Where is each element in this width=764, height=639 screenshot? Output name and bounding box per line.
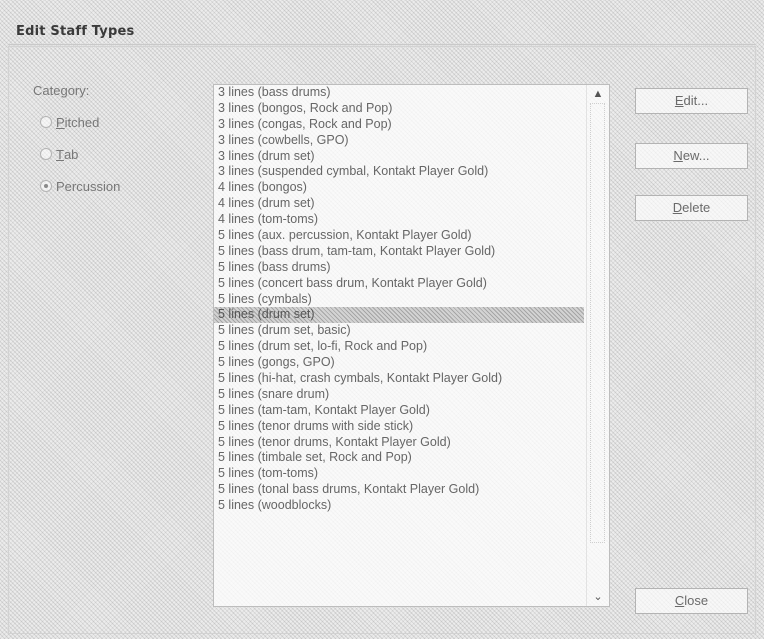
list-item[interactable]: 3 lines (congas, Rock and Pop) bbox=[214, 117, 584, 133]
staff-type-list[interactable]: 3 lines (bass drums) 3 lines (bongos, Roc… bbox=[213, 84, 610, 607]
list-item[interactable]: 5 lines (gongs, GPO) bbox=[214, 355, 584, 371]
window-title: Edit Staff Types bbox=[16, 24, 135, 39]
list-item[interactable]: 3 lines (bass drums) bbox=[214, 85, 584, 101]
list-item[interactable]: 4 lines (drum set) bbox=[214, 196, 584, 212]
list-scrollbar[interactable]: ▲ ⌄ bbox=[586, 85, 609, 606]
scrollbar-thumb[interactable] bbox=[590, 103, 605, 543]
radio-percussion-label: Percussion bbox=[56, 178, 121, 194]
radio-pitched[interactable]: Pitched bbox=[40, 113, 99, 131]
delete-button-label: elete bbox=[682, 200, 711, 215]
radio-tab-accel: T bbox=[56, 146, 64, 162]
edit-button-accel: E bbox=[674, 93, 684, 108]
list-item[interactable]: 4 lines (tom-toms) bbox=[214, 212, 584, 228]
list-item[interactable]: 5 lines (tenor drums with side stick) bbox=[214, 419, 584, 435]
list-item[interactable]: 5 lines (bass drum, tam-tam, Kontakt Pla… bbox=[214, 244, 584, 260]
new-button[interactable]: New... bbox=[635, 143, 748, 169]
staff-type-items: 3 lines (bass drums) 3 lines (bongos, Roc… bbox=[214, 85, 584, 514]
radio-tab-label: ab bbox=[63, 146, 79, 162]
radio-pitched-label: itched bbox=[64, 114, 100, 130]
category-label: Category: bbox=[33, 83, 90, 98]
list-item[interactable]: 5 lines (snare drum) bbox=[214, 387, 584, 403]
list-item[interactable]: 5 lines (drum set, lo-fi, Rock and Pop) bbox=[214, 339, 584, 355]
close-button-accel: C bbox=[674, 593, 685, 608]
new-button-label: ew... bbox=[682, 148, 710, 163]
radio-pitched-indicator[interactable] bbox=[40, 116, 52, 128]
list-item[interactable]: 5 lines (tonal bass drums, Kontakt Playe… bbox=[214, 482, 584, 498]
list-item[interactable]: 5 lines (cymbals) bbox=[214, 292, 584, 308]
list-item[interactable]: 5 lines (hi-hat, crash cymbals, Kontakt … bbox=[214, 371, 584, 387]
radio-tab[interactable]: Tab bbox=[40, 145, 78, 163]
list-item[interactable]: 5 lines (drum set) bbox=[214, 307, 584, 324]
list-item[interactable]: 3 lines (suspended cymbal, Kontakt Playe… bbox=[214, 164, 584, 180]
list-item[interactable]: 5 lines (bass drums) bbox=[214, 260, 584, 276]
list-item[interactable]: 5 lines (woodblocks) bbox=[214, 498, 584, 514]
list-item[interactable]: 3 lines (bongos, Rock and Pop) bbox=[214, 101, 584, 117]
list-item[interactable]: 5 lines (timbale set, Rock and Pop) bbox=[214, 450, 584, 466]
list-item[interactable]: 5 lines (drum set, basic) bbox=[214, 323, 584, 339]
radio-pitched-accel: P bbox=[56, 114, 65, 130]
radio-percussion[interactable]: Percussion bbox=[40, 177, 120, 195]
chevron-up-icon[interactable]: ▲ bbox=[587, 85, 609, 103]
list-item[interactable]: 5 lines (concert bass drum, Kontakt Play… bbox=[214, 276, 584, 292]
list-item[interactable]: 5 lines (aux. percussion, Kontakt Player… bbox=[214, 228, 584, 244]
list-item[interactable]: 3 lines (cowbells, GPO) bbox=[214, 133, 584, 149]
chevron-down-icon[interactable]: ⌄ bbox=[587, 588, 609, 606]
list-item[interactable]: 5 lines (tom-toms) bbox=[214, 466, 584, 482]
scrollbar-track[interactable] bbox=[590, 103, 605, 588]
close-button-label: lose bbox=[684, 593, 709, 608]
delete-button[interactable]: Delete bbox=[635, 195, 748, 221]
edit-button-label: dit... bbox=[683, 93, 709, 108]
list-item[interactable]: 3 lines (drum set) bbox=[214, 149, 584, 165]
list-item[interactable]: 5 lines (tam-tam, Kontakt Player Gold) bbox=[214, 403, 584, 419]
new-button-accel: N bbox=[673, 148, 683, 163]
close-button[interactable]: Close bbox=[635, 588, 748, 614]
radio-tab-indicator[interactable] bbox=[40, 148, 52, 160]
radio-percussion-indicator[interactable] bbox=[40, 180, 52, 192]
edit-button[interactable]: Edit... bbox=[635, 88, 748, 114]
title-bar: Edit Staff Types bbox=[8, 8, 756, 45]
list-item[interactable]: 5 lines (tenor drums, Kontakt Player Gol… bbox=[214, 435, 584, 451]
delete-button-accel: D bbox=[672, 200, 683, 215]
list-item[interactable]: 4 lines (bongos) bbox=[214, 180, 584, 196]
